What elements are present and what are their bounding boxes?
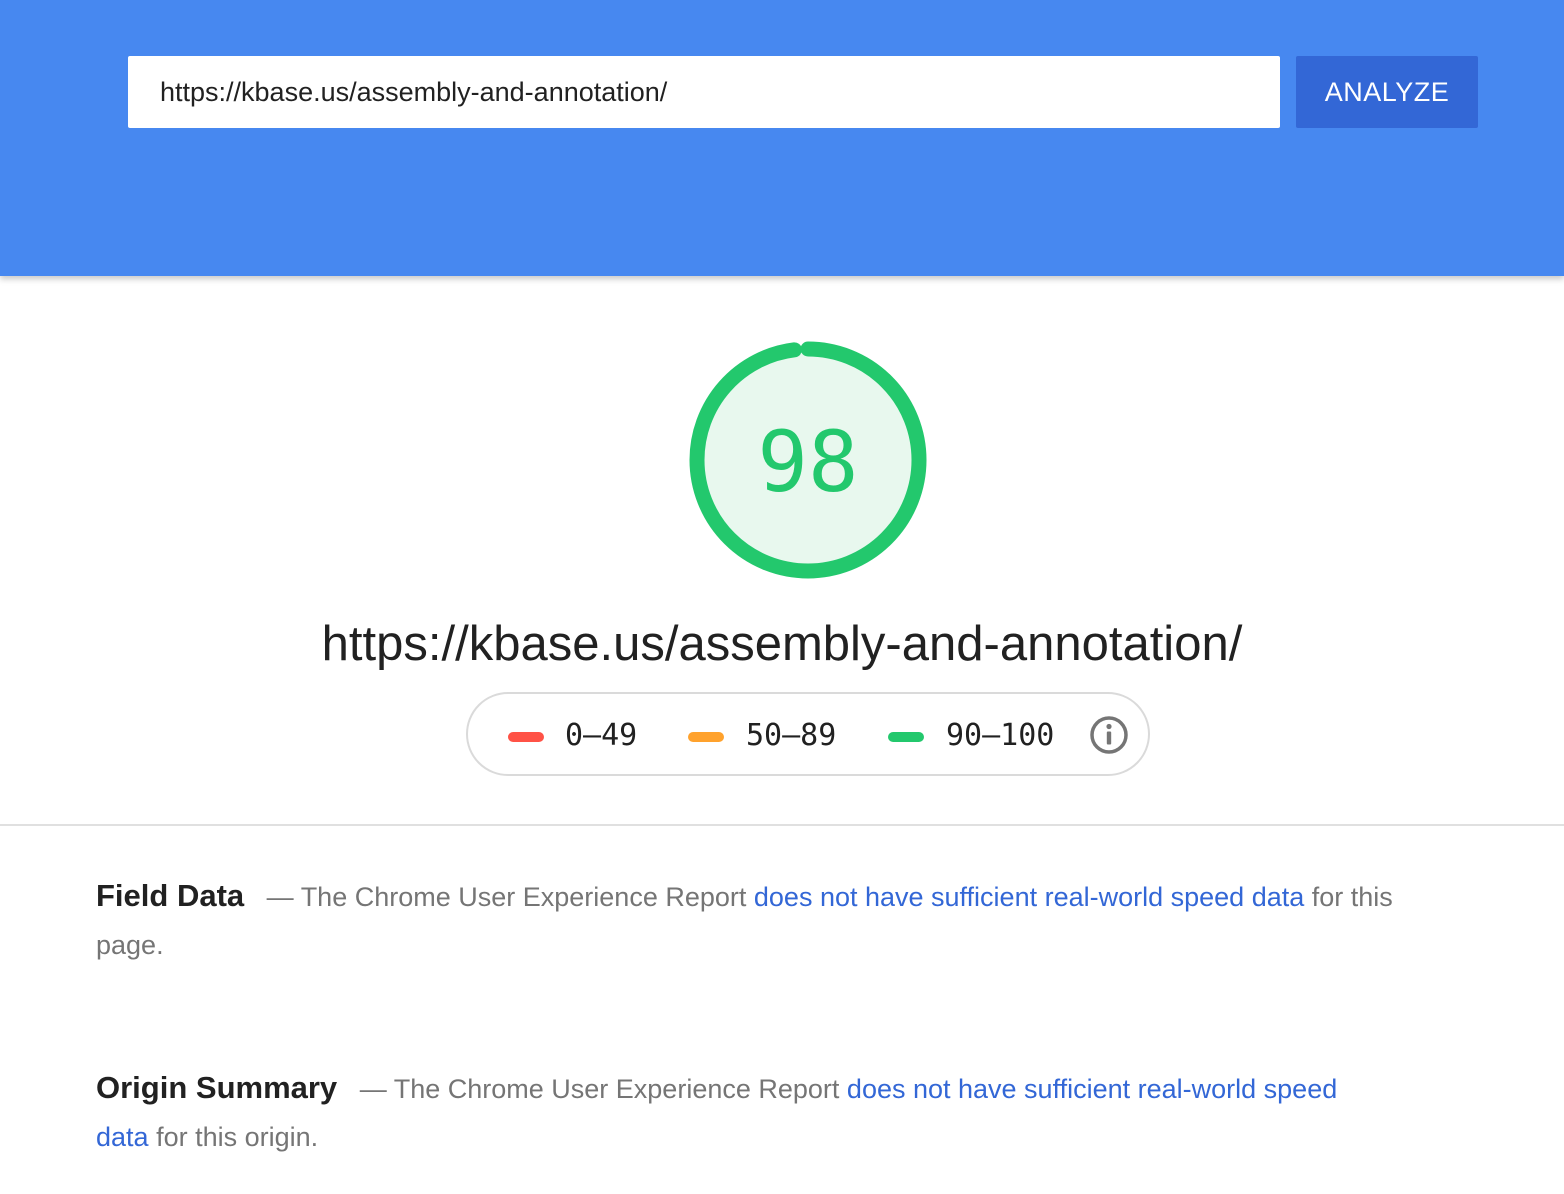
legend-pass-label: 90–100 (946, 718, 1055, 753)
field-data-dash: — (266, 882, 294, 912)
field-data-text: The Chrome User Experience Report (300, 882, 747, 912)
score-legend: 0–49 50–89 90–100 (466, 692, 1150, 776)
origin-summary-dash: — (359, 1074, 387, 1104)
field-data-section: Field Data — The Chrome User Experience … (96, 872, 1396, 969)
legend-average-marker (688, 732, 724, 742)
origin-summary-text-after: for this origin. (156, 1122, 319, 1152)
section-divider (0, 824, 1564, 826)
tested-url: https://kbase.us/assembly-and-annotation… (321, 617, 1243, 671)
analyze-button[interactable]: ANALYZE (1296, 56, 1478, 128)
field-data-title: Field Data (96, 878, 245, 913)
origin-summary-text: The Chrome User Experience Report (393, 1074, 840, 1104)
performance-score: 98 (757, 413, 858, 511)
origin-summary-title: Origin Summary (96, 1070, 338, 1105)
header-bar: ANALYZE (0, 0, 1564, 276)
legend-average-label: 50–89 (746, 718, 837, 753)
url-input[interactable] (128, 56, 1280, 128)
performance-score-gauge: 98 (686, 340, 930, 584)
legend-fail-label: 0–49 (565, 718, 638, 753)
field-data-link[interactable]: does not have sufficient real-world spee… (754, 882, 1304, 912)
origin-summary-section: Origin Summary — The Chrome User Experie… (96, 1064, 1396, 1161)
legend-pass-marker (888, 732, 924, 742)
legend-fail-marker (508, 732, 544, 742)
info-icon[interactable] (1088, 714, 1130, 756)
